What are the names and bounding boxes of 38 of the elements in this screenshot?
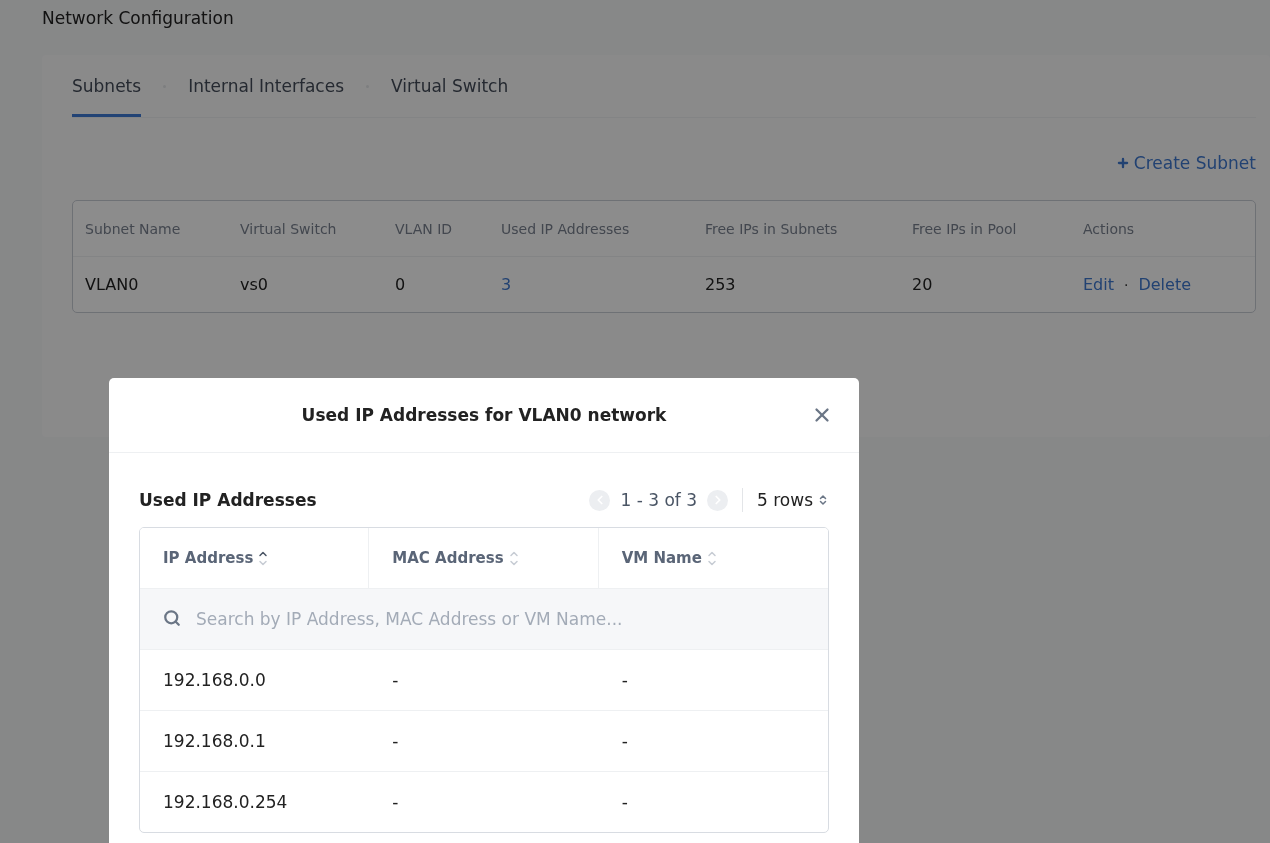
table-cell-text: - (391, 792, 399, 812)
column-header: Subnet Name (85, 220, 181, 237)
column-header: Used IP Addresses (501, 220, 630, 237)
separator-dot: · (1124, 276, 1129, 293)
table-cell-text: - (391, 670, 399, 690)
column-header: Free IPs in Pool (912, 220, 1017, 237)
table-cell-text: 192.168.0.1 (162, 731, 266, 751)
search-field[interactable]: Search by IP Address, MAC Address or VM Name... (140, 588, 828, 649)
table-cell: vs0 (240, 275, 268, 294)
table-cell: 253 (705, 275, 736, 294)
table-cell: 20 (912, 275, 933, 294)
used-ips-link[interactable]: 3 (501, 275, 512, 294)
column-header: Virtual Switch (240, 220, 337, 237)
page-range: 1 - 3 of 3 (620, 490, 697, 510)
table-cell-text: - (391, 731, 399, 751)
tab[interactable]: Virtual Switch (391, 55, 509, 117)
table-cell-text: 192.168.0.254 (162, 792, 288, 812)
column-header[interactable]: IP Address (140, 528, 370, 588)
column-header: VLAN ID (395, 220, 453, 237)
page-title: Network Configuration (41, 7, 235, 30)
up-down-icon (817, 494, 829, 506)
plus-icon (1115, 156, 1130, 170)
table-cell-text: - (620, 731, 628, 751)
rows-per-page-select[interactable]: 5 rows (757, 490, 829, 510)
section-title: Used IP Addresses (139, 490, 317, 510)
tab[interactable]: Internal Interfaces (188, 55, 344, 117)
dialog-title: Used IP Addresses for VLAN0 network (301, 405, 667, 425)
action-link[interactable]: Delete (1138, 275, 1191, 294)
table-cell: VLAN0 (85, 275, 139, 294)
table-cell-text: - (620, 670, 628, 690)
table-cell-text: 192.168.0.0 (162, 670, 266, 690)
create-subnet-link[interactable]: Create Subnet (1115, 153, 1256, 173)
action-link[interactable]: Edit (1083, 275, 1114, 294)
table-cell-text: - (620, 792, 628, 812)
table-cell: 0 (395, 275, 406, 294)
column-header: Free IPs in Subnets (705, 220, 838, 237)
tab[interactable]: Subnets (72, 55, 142, 117)
column-header: Actions (1083, 220, 1135, 237)
